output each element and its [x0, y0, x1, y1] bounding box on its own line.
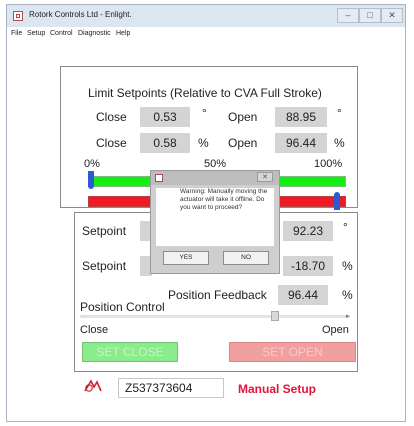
limit-close-percent: 0.58	[140, 133, 190, 153]
slider-min-label: Close	[80, 324, 109, 336]
scale-label-100: 100%	[314, 158, 343, 170]
setpoint-label-2: Setpoint	[82, 259, 127, 273]
limit-open-percent: 96.44	[275, 133, 327, 153]
minimize-button[interactable]: ‒	[337, 8, 359, 23]
dialog-title-bar[interactable]: ✕	[151, 171, 279, 185]
scale-label-50: 50%	[204, 158, 227, 170]
set-close-button[interactable]: SET CLOSE	[82, 342, 178, 362]
dialog-app-icon	[155, 174, 163, 182]
dialog-close-button[interactable]: ✕	[257, 172, 273, 182]
open-limit-marker[interactable]	[334, 192, 340, 210]
menu-control[interactable]: Control	[50, 30, 73, 37]
limit-close-percent-unit: %	[198, 136, 209, 150]
scale-label-0: 0%	[84, 158, 100, 170]
menu-diagnostic[interactable]: Diagnostic	[78, 30, 111, 37]
dialog-body: Warning: Manually moving the actuator wi…	[156, 188, 274, 246]
position-feedback-label: Position Feedback	[168, 288, 267, 302]
slider-right-arrow-icon[interactable]: ▸	[346, 312, 350, 320]
dialog-message: Warning: Manually moving the actuator wi…	[180, 188, 268, 211]
close-window-button[interactable]: ✕	[381, 8, 403, 23]
limit-open-label: Open	[228, 110, 258, 124]
window-title: Rotork Controls Ltd - Enlight.	[29, 10, 132, 19]
limit-open-degrees: 88.95	[275, 107, 327, 127]
limit-close-label-2: Close	[96, 136, 127, 150]
setpoint-value-1: 92.23	[283, 221, 333, 241]
menu-help[interactable]: Help	[116, 30, 130, 37]
limit-close-degrees: 0.53	[140, 107, 190, 127]
position-control-label: Position Control	[80, 300, 165, 314]
mode-indicator: Manual Setup	[238, 382, 317, 396]
menu-bar: File Setup Control Diagnostic Help	[7, 27, 405, 41]
setpoint-value-2: -18.70	[283, 256, 333, 276]
set-open-button[interactable]: SET OPEN	[229, 342, 356, 362]
limit-close-degrees-unit: °	[202, 106, 207, 120]
app-icon	[13, 11, 23, 21]
limits-heading: Limit Setpoints (Relative to CVA Full St…	[88, 86, 322, 100]
menu-setup[interactable]: Setup	[27, 30, 45, 37]
limit-open-label-2: Open	[228, 136, 258, 150]
close-limit-marker[interactable]	[88, 171, 94, 189]
menu-file[interactable]: File	[11, 30, 22, 37]
position-slider[interactable]	[80, 315, 350, 318]
position-feedback-unit: %	[342, 288, 353, 302]
position-feedback-value: 96.44	[278, 285, 328, 305]
yes-button[interactable]: YES	[163, 251, 209, 265]
limit-close-label: Close	[96, 110, 127, 124]
limit-open-degrees-unit: °	[337, 106, 342, 120]
slider-max-label: Open	[322, 324, 349, 336]
no-button[interactable]: NO	[223, 251, 269, 265]
maximize-button[interactable]: □	[359, 8, 381, 23]
rotork-logo-icon	[84, 379, 102, 392]
title-bar[interactable]: Rotork Controls Ltd - Enlight. ‒ □ ✕	[7, 5, 405, 27]
serial-number-field[interactable]: Z537373604	[118, 378, 224, 398]
warning-dialog: ✕ Warning: Manually moving the actuator …	[150, 170, 280, 274]
setpoint-unit-1: °	[343, 220, 348, 234]
setpoint-label-1: Setpoint	[82, 224, 127, 238]
setpoint-unit-2: %	[342, 259, 353, 273]
limit-open-percent-unit: %	[334, 136, 345, 150]
position-slider-thumb[interactable]	[271, 311, 280, 321]
